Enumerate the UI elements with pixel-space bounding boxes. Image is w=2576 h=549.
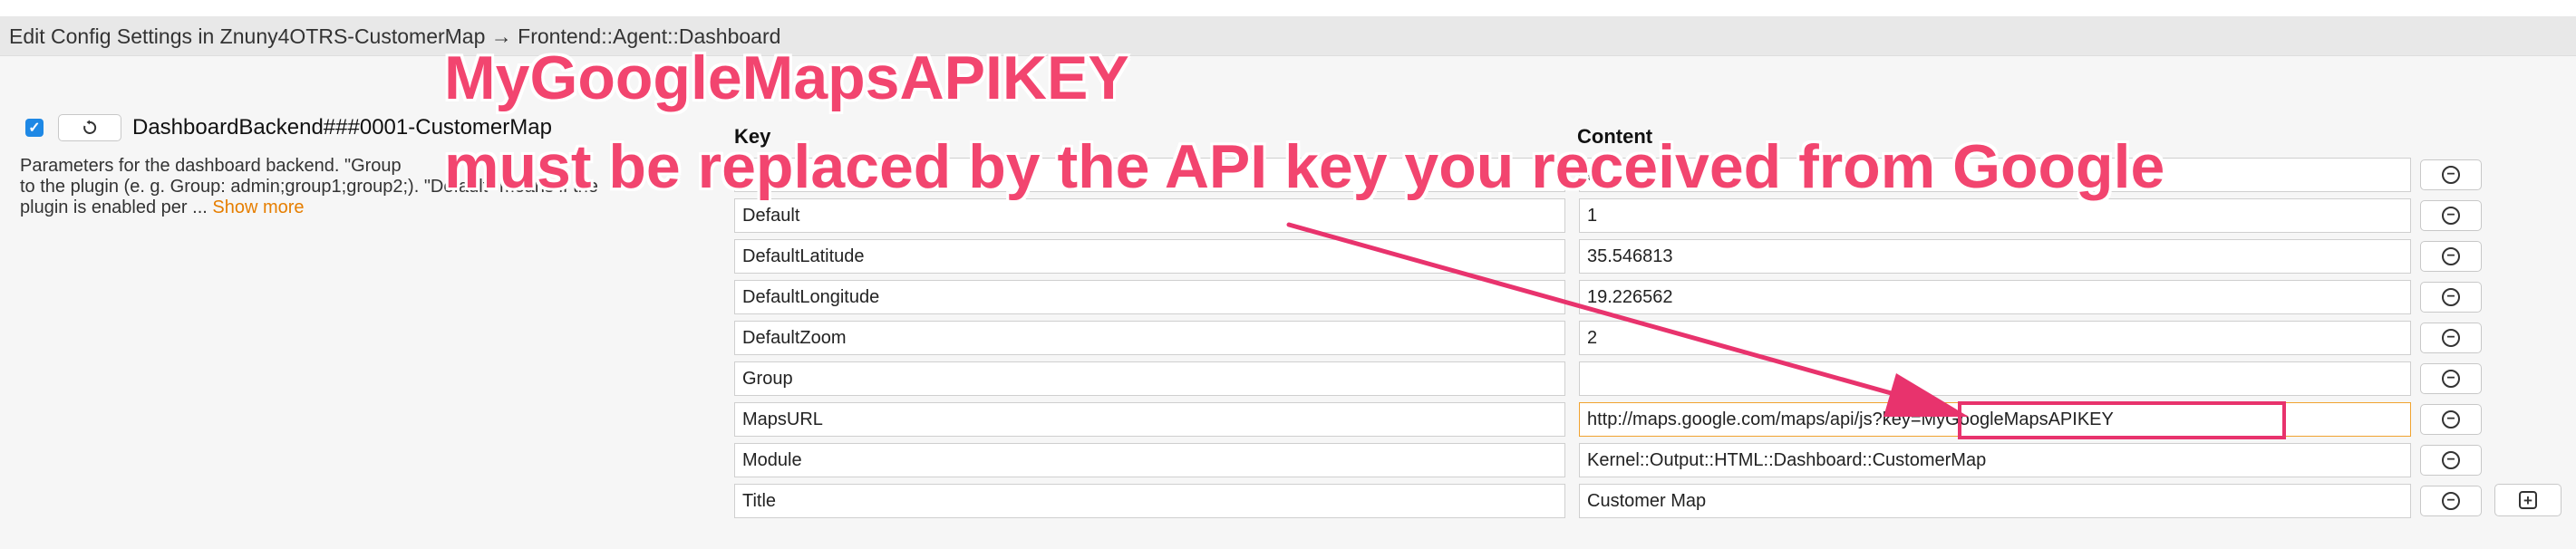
annotation-arrow — [1286, 222, 1969, 417]
annotation-subtitle: must be replaced by the API key you rece… — [444, 132, 2165, 201]
api-key-highlight — [1958, 401, 2286, 439]
annotation-title: MyGoogleMapsAPIKEY — [444, 43, 1129, 112]
